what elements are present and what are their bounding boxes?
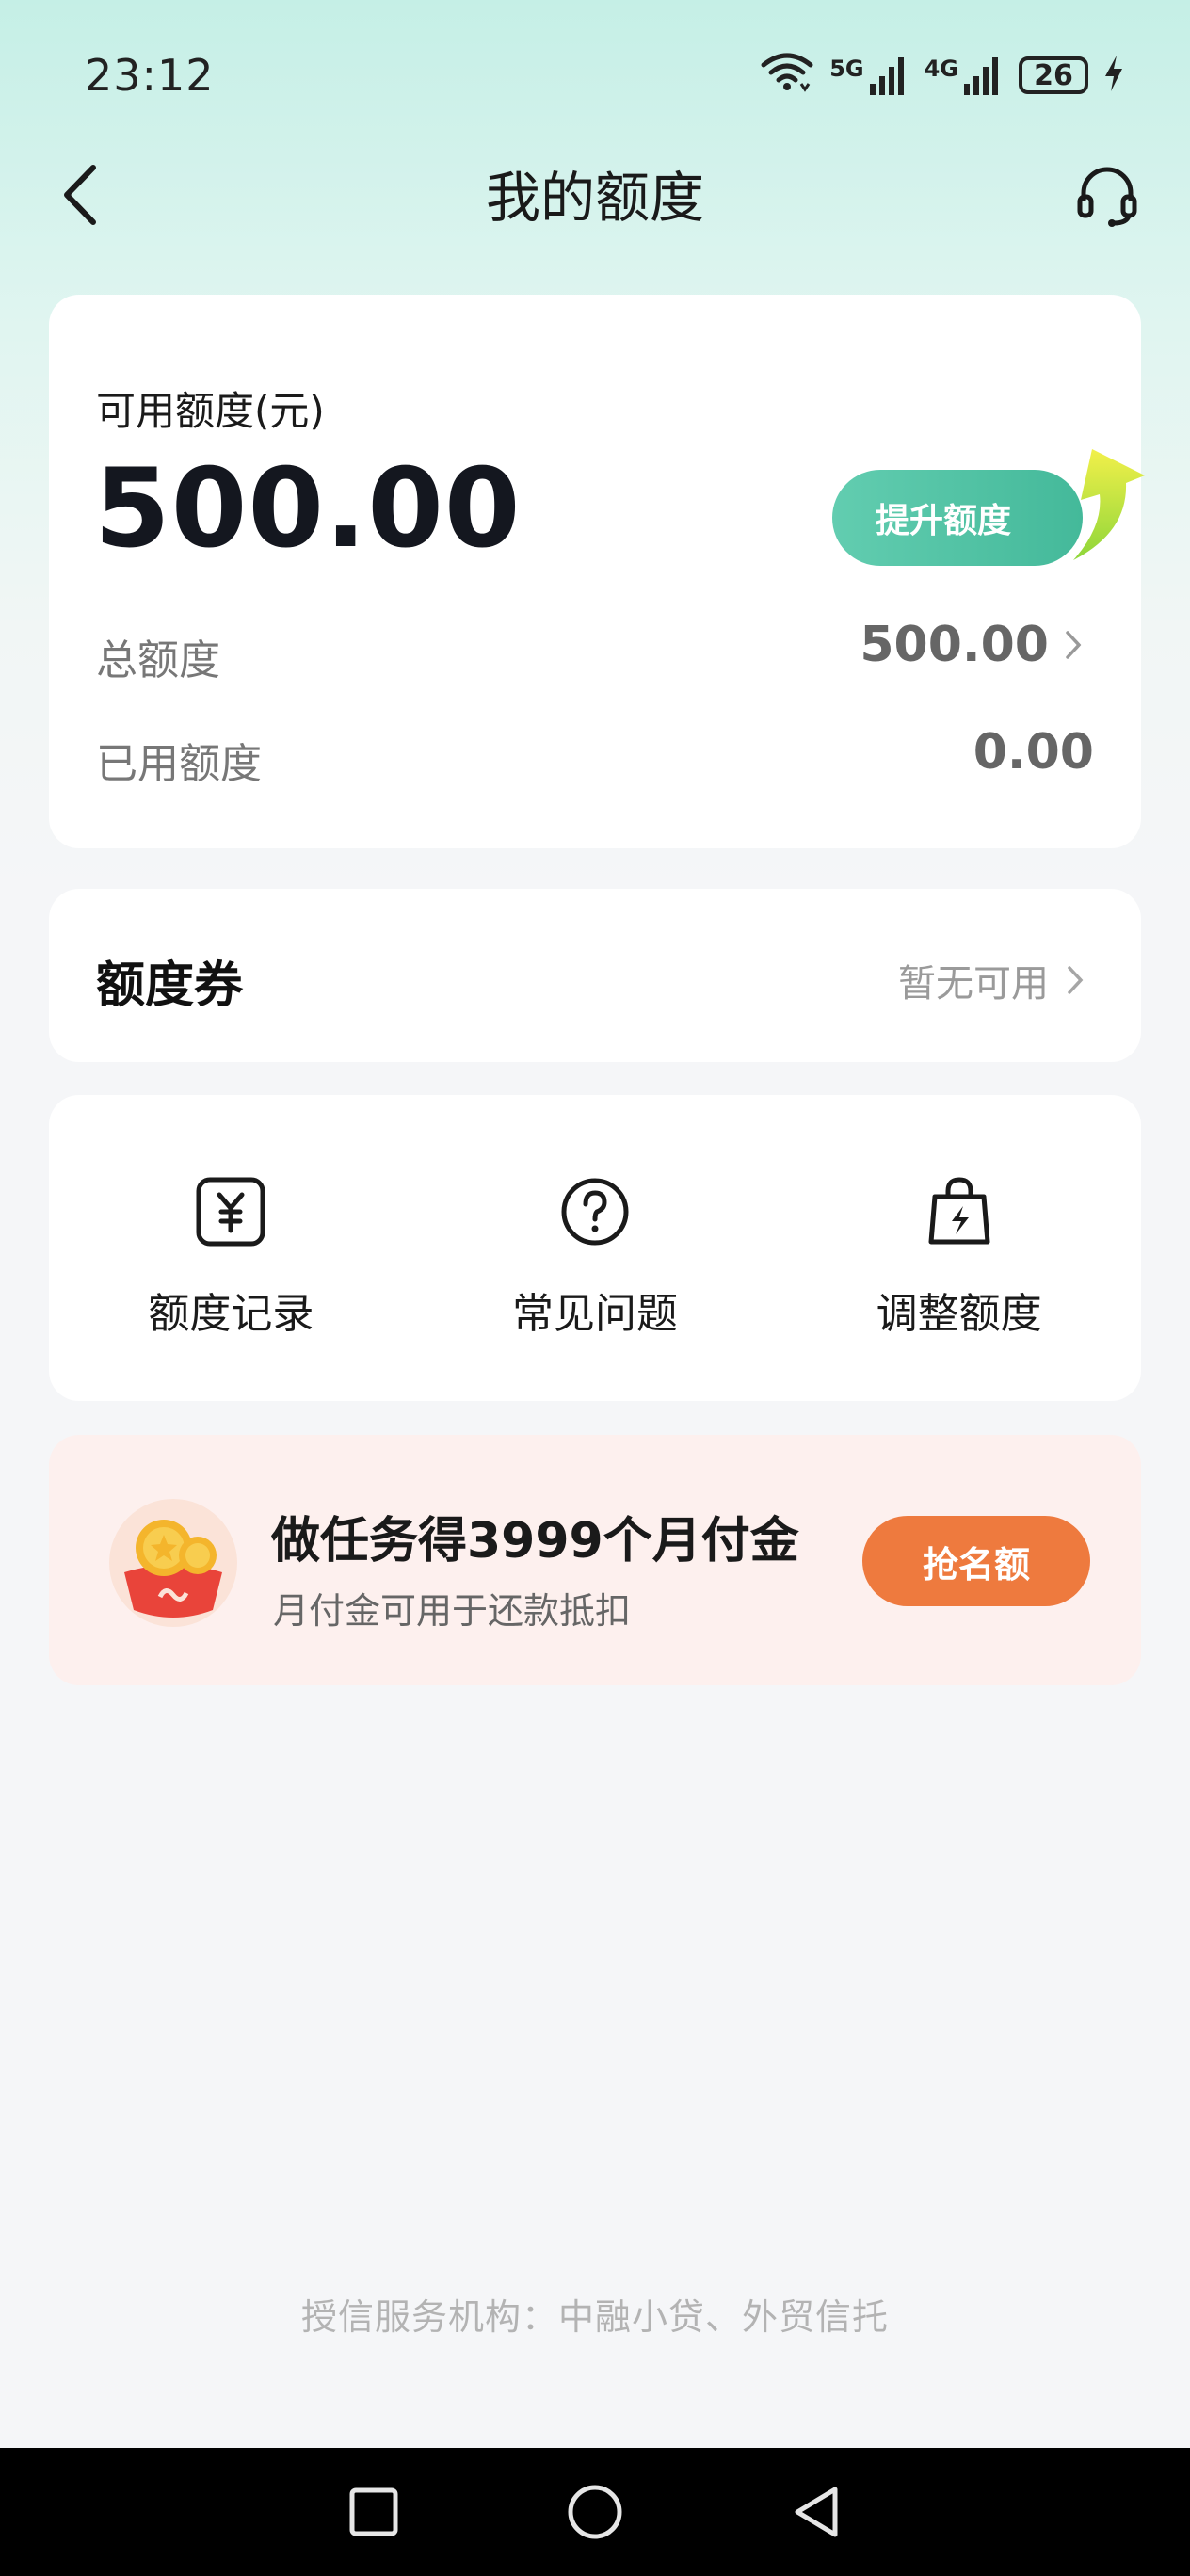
bolt-bag-icon <box>920 1172 999 1251</box>
chevron-right-icon <box>1068 966 1084 994</box>
boost-credit-label: 提升额度 <box>876 502 1012 540</box>
square-icon <box>349 2487 398 2536</box>
page: 23:12 5G 4G 26 我的额度 可用额度(元) 500.00 提升额度 … <box>0 0 1190 2576</box>
shortcut-faq[interactable]: 常见问题 <box>413 1095 778 1401</box>
network-type-4g: 4G <box>924 56 958 82</box>
shortcut-adjust-credit[interactable]: 调整额度 <box>777 1095 1141 1401</box>
used-credit-value: 0.00 <box>973 724 1094 781</box>
total-credit-row[interactable]: 500.00 <box>860 617 1083 673</box>
coin-pouch-icon <box>109 1499 237 1627</box>
headset-icon <box>1077 167 1137 227</box>
wifi-icon <box>760 52 814 99</box>
network-type-5g: 5G <box>829 56 864 82</box>
grab-spot-button[interactable]: 抢名额 <box>862 1516 1090 1606</box>
available-credit-label: 可用额度(元) <box>96 388 325 434</box>
shortcut-credit-record[interactable]: 额度记录 <box>49 1095 413 1401</box>
grab-spot-label: 抢名额 <box>922 1543 1030 1586</box>
nav-bar: 我的额度 <box>0 141 1190 245</box>
shortcut-label: 额度记录 <box>148 1290 314 1338</box>
shortcut-grid: 额度记录 常见问题 调整额度 <box>49 1095 1141 1401</box>
triangle-back-icon <box>795 2487 838 2537</box>
charging-icon <box>1103 54 1124 97</box>
promo-banner[interactable]: 做任务得3999个月付金 月付金可用于还款抵扣 抢名额 <box>49 1435 1141 1685</box>
status-bar: 23:12 5G 4G 26 <box>0 0 1190 151</box>
credit-institution-footer: 授信服务机构：中融小贷、外贸信托 <box>300 2296 889 2338</box>
shortcut-label: 常见问题 <box>512 1290 678 1338</box>
promo-subtitle: 月付金可用于还款抵扣 <box>273 1590 632 1632</box>
total-credit-label: 总额度 <box>96 636 220 684</box>
shortcut-label: 调整额度 <box>876 1290 1042 1338</box>
available-credit-amount: 500.00 <box>94 445 522 572</box>
customer-service-button[interactable] <box>1071 160 1143 232</box>
chevron-left-icon <box>64 165 96 225</box>
battery-indicator: 26 <box>1019 56 1088 94</box>
coupon-status: 暂无可用 <box>898 953 1085 1007</box>
coupon-status-text: 暂无可用 <box>898 962 1049 1006</box>
total-credit-value: 500.00 <box>860 617 1049 673</box>
boost-credit-button[interactable]: 提升额度 <box>832 470 1083 566</box>
promo-title: 做任务得3999个月付金 <box>271 1513 799 1570</box>
status-icons: 5G 4G 26 <box>760 52 1124 99</box>
status-time: 23:12 <box>85 50 215 101</box>
signal-5g-icon: 5G <box>829 56 909 95</box>
home-button[interactable] <box>562 2479 628 2545</box>
page-title: 我的额度 <box>485 166 704 230</box>
recent-apps-button[interactable] <box>341 2479 407 2545</box>
question-circle-icon <box>555 1172 635 1251</box>
signal-4g-icon: 4G <box>925 56 1004 95</box>
back-button[interactable] <box>47 162 113 228</box>
chevron-right-icon <box>1066 631 1082 659</box>
system-navigation-bar <box>0 2448 1190 2576</box>
coupon-title: 额度券 <box>96 958 244 1014</box>
yuan-receipt-icon <box>191 1172 270 1251</box>
circle-icon <box>568 2485 622 2539</box>
credit-summary-card: 可用额度(元) 500.00 提升额度 总额度 500.00 已用额度 0.00 <box>49 295 1145 848</box>
system-back-button[interactable] <box>783 2479 849 2545</box>
used-credit-label: 已用额度 <box>96 740 262 788</box>
arrow-up-icon <box>1073 449 1145 560</box>
credit-coupon-row[interactable]: 额度券 暂无可用 <box>49 889 1141 1062</box>
